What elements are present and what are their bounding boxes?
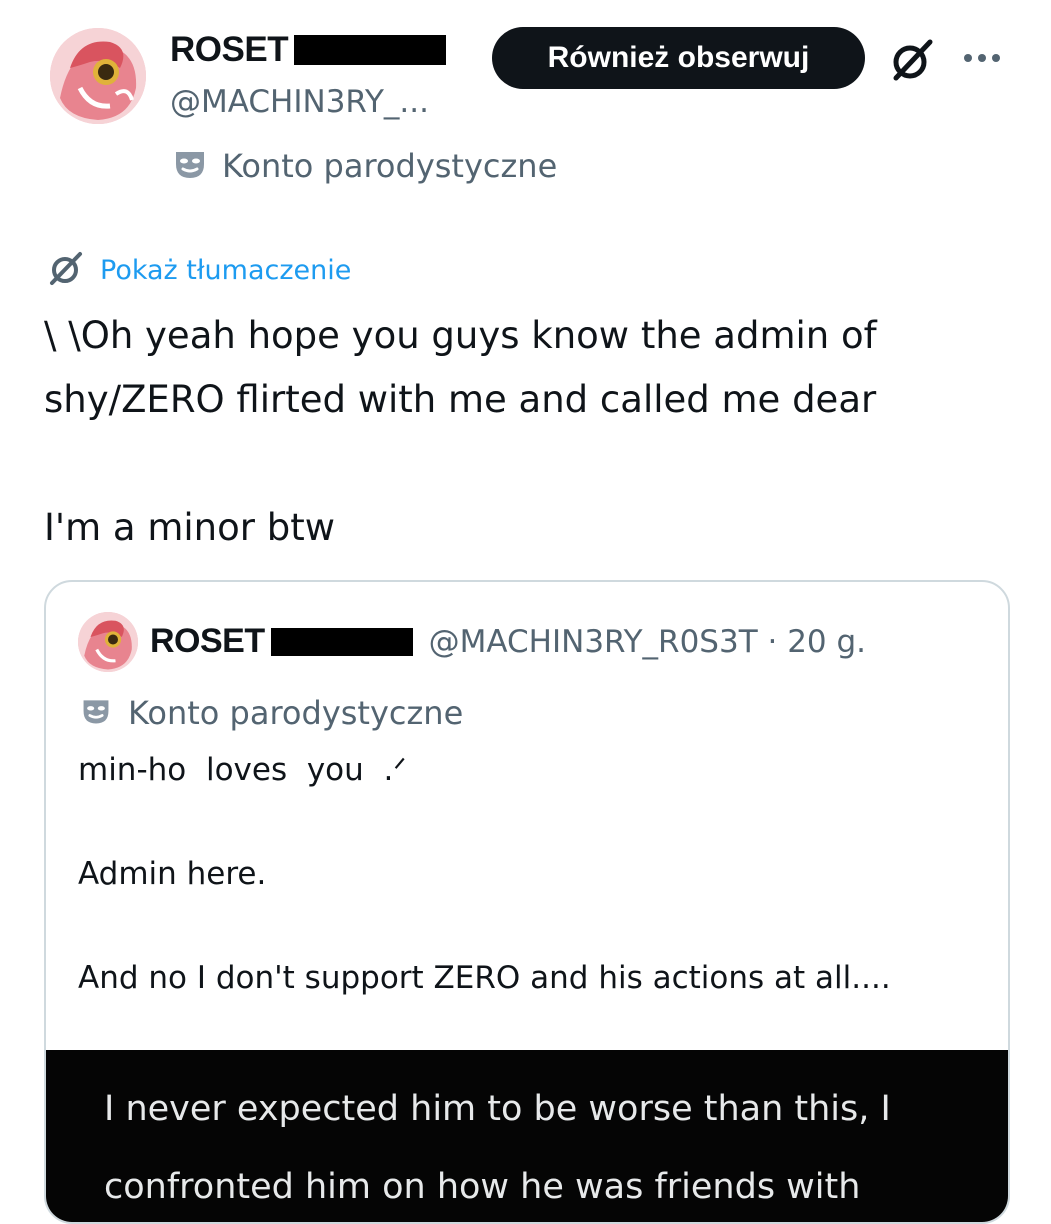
parody-text: Konto parodystyczne bbox=[222, 147, 558, 185]
quoted-handle-time[interactable]: @MACHIN3RY_R0S3T · 20 g. bbox=[429, 624, 866, 660]
theater-mask-icon bbox=[80, 695, 112, 731]
translate-row[interactable]: Pokaż tłumaczenie bbox=[46, 248, 351, 292]
quoted-tweet-card[interactable]: ROSET @MACHIN3RY_R0S3T · 20 g. Konto par… bbox=[44, 580, 1010, 1224]
author-name-row[interactable]: ROSET bbox=[170, 30, 447, 70]
grok-translate-icon bbox=[46, 248, 86, 292]
theater-mask-icon bbox=[172, 146, 208, 186]
quoted-author-row[interactable]: ROSET @MACHIN3RY_R0S3T · 20 g. bbox=[150, 622, 866, 661]
redacted-bar bbox=[294, 35, 447, 65]
grok-icon[interactable] bbox=[888, 36, 936, 84]
tweet-text: \ \Oh yeah hope you guys know the admin … bbox=[44, 314, 877, 549]
avatar[interactable] bbox=[50, 28, 146, 124]
author-handle[interactable]: @MACHIN3RY_... bbox=[170, 84, 429, 120]
attached-image[interactable]: I never expected him to be worse than th… bbox=[46, 1050, 1008, 1222]
quoted-author-name[interactable]: ROSET bbox=[150, 622, 265, 661]
show-translation-link[interactable]: Pokaż tłumaczenie bbox=[100, 255, 351, 286]
author-name[interactable]: ROSET bbox=[170, 30, 289, 70]
quoted-parody-text: Konto parodystyczne bbox=[128, 694, 464, 732]
more-dots-icon[interactable] bbox=[960, 48, 1004, 68]
quoted-tweet-text: min-ho loves you .ᐟ Admin here. And no I… bbox=[78, 752, 891, 996]
image-text: I never expected him to be worse than th… bbox=[104, 1089, 891, 1207]
parody-label: Konto parodystyczne bbox=[172, 146, 557, 186]
redacted-bar bbox=[270, 627, 413, 656]
quoted-avatar[interactable] bbox=[78, 612, 138, 672]
follow-button[interactable]: Również obserwuj bbox=[492, 27, 865, 89]
quoted-parody-label: Konto parodystyczne bbox=[80, 694, 463, 732]
